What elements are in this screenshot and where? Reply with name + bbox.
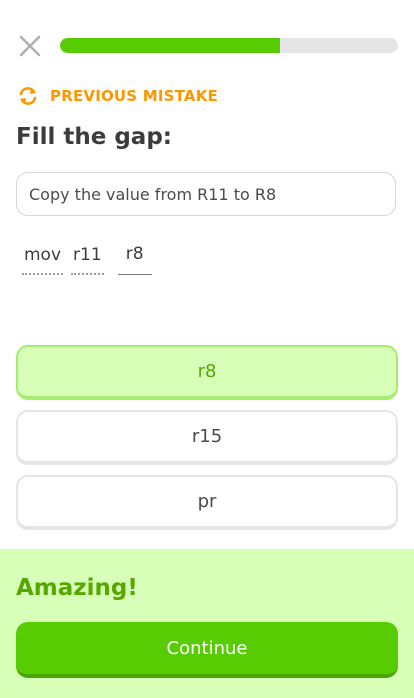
exercise-heading: Fill the gap: (16, 124, 172, 150)
continue-label: Continue (166, 637, 248, 659)
choice-option[interactable]: r8 (16, 345, 398, 400)
choice-option[interactable]: pr (16, 475, 398, 530)
progress-fill (60, 38, 280, 53)
choice-label: r15 (191, 426, 223, 447)
refresh-icon (19, 87, 37, 105)
previous-mistake-label: PREVIOUS MISTAKE (50, 87, 218, 105)
exercise-prompt-text: Copy the value from R11 to R8 (29, 184, 277, 204)
code-token-mnemonic[interactable]: mov (22, 241, 64, 275)
code-token-source-register[interactable]: r11 (71, 241, 104, 275)
close-button[interactable] (18, 34, 42, 58)
answer-gap[interactable]: r8 (117, 240, 152, 275)
continue-button[interactable]: Continue (16, 622, 398, 678)
feedback-title: Amazing! (16, 575, 138, 601)
previous-mistake-indicator: PREVIOUS MISTAKE (16, 82, 218, 110)
choice-option[interactable]: r15 (16, 410, 398, 465)
code-line: mov r11 r8 (22, 240, 152, 275)
exercise-prompt: Copy the value from R11 to R8 (16, 172, 396, 216)
choice-label: r8 (197, 361, 217, 382)
choice-label: pr (197, 491, 217, 512)
lesson-header (0, 0, 414, 92)
lesson-progress-bar (60, 38, 398, 53)
close-icon (19, 35, 41, 57)
